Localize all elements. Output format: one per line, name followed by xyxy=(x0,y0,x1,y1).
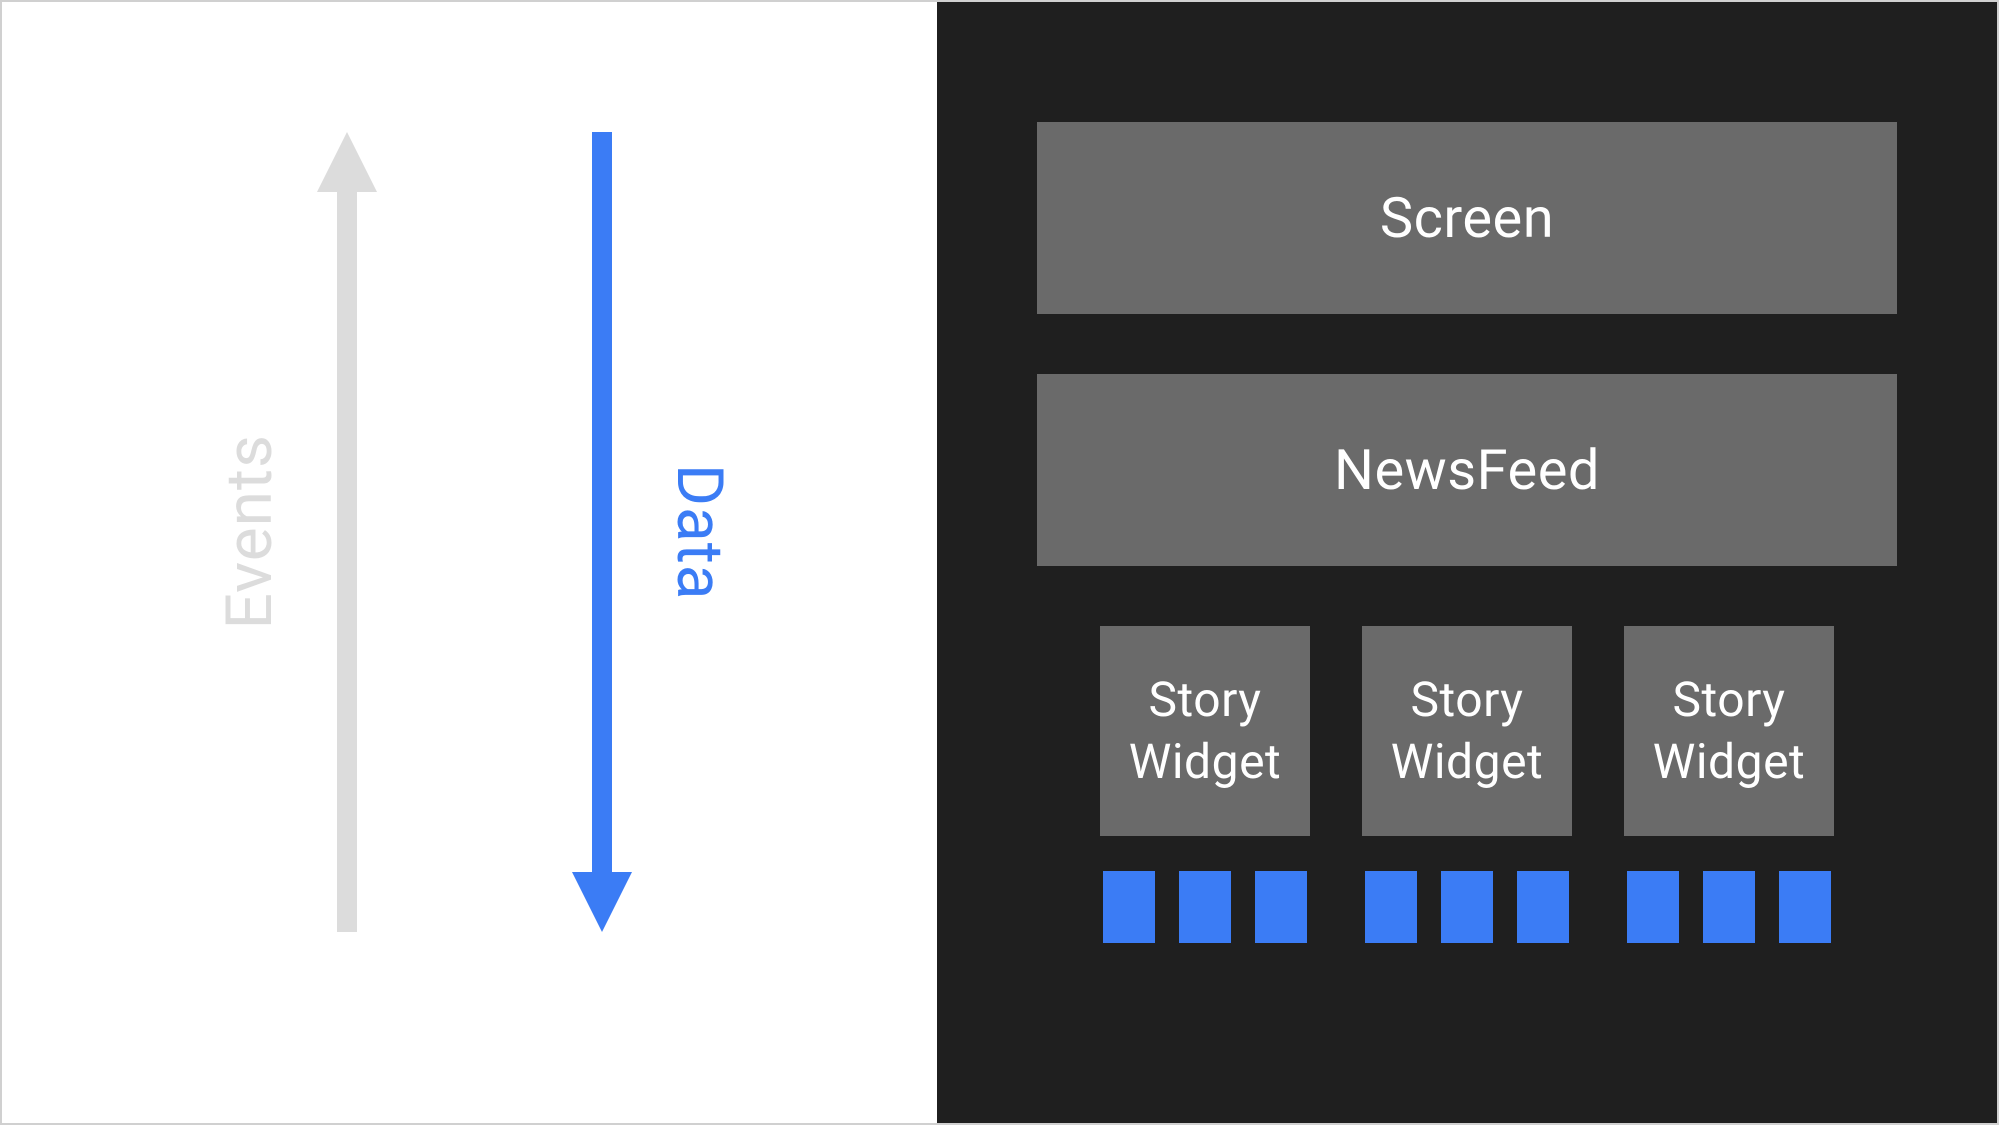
blue-square xyxy=(1255,871,1307,943)
blue-square-group xyxy=(1100,871,1310,943)
blue-square xyxy=(1517,871,1569,943)
story-widget-label: Story Widget xyxy=(1129,669,1281,794)
story-widget-label: Story Widget xyxy=(1391,669,1543,794)
right-panel: Screen NewsFeed Story Widget Story Widge… xyxy=(937,2,1997,1123)
blue-square xyxy=(1779,871,1831,943)
blue-square-group xyxy=(1362,871,1572,943)
events-arrow-group: Events xyxy=(212,132,377,932)
arrow-down-icon xyxy=(572,132,632,932)
arrow-up-icon xyxy=(317,132,377,932)
screen-box-label: Screen xyxy=(1380,185,1554,251)
blue-square xyxy=(1703,871,1755,943)
blue-squares-container xyxy=(1037,871,1897,943)
left-panel: Events Data xyxy=(2,2,937,1123)
story-widgets-row: Story Widget Story Widget Story Widget xyxy=(1037,626,1897,836)
blue-square xyxy=(1365,871,1417,943)
newsfeed-box: NewsFeed xyxy=(1037,374,1897,566)
story-widget-label: Story Widget xyxy=(1653,669,1805,794)
data-arrow-group: Data xyxy=(572,132,737,932)
blue-square xyxy=(1441,871,1493,943)
diagram-container: Events Data Screen NewsFeed Story Widget xyxy=(0,0,1999,1125)
story-widget-box: Story Widget xyxy=(1362,626,1572,836)
blue-square xyxy=(1179,871,1231,943)
events-label: Events xyxy=(212,434,287,629)
blue-square xyxy=(1103,871,1155,943)
blue-square-group xyxy=(1624,871,1834,943)
screen-box: Screen xyxy=(1037,122,1897,314)
story-widget-box: Story Widget xyxy=(1624,626,1834,836)
data-label: Data xyxy=(662,464,737,601)
story-widget-box: Story Widget xyxy=(1100,626,1310,836)
newsfeed-box-label: NewsFeed xyxy=(1334,437,1600,503)
blue-square xyxy=(1627,871,1679,943)
